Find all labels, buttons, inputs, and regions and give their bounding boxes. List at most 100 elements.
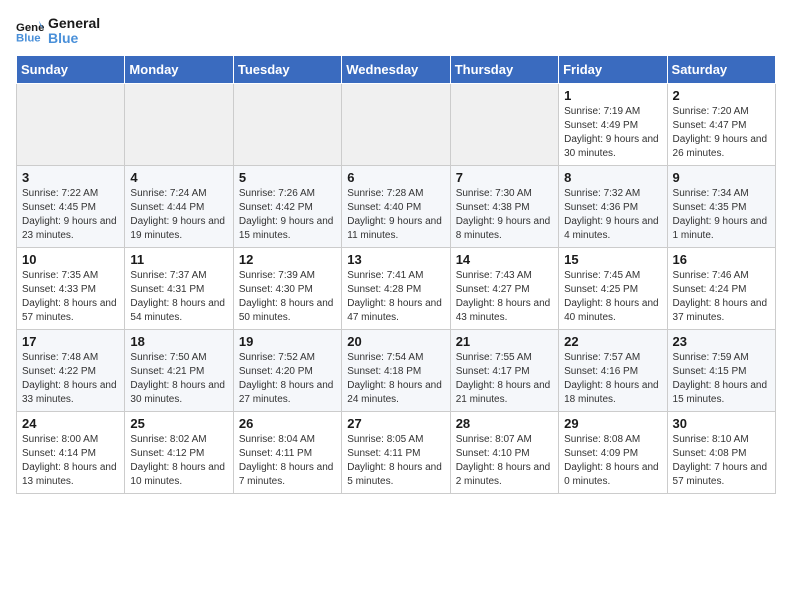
calendar-cell: 14 Sunrise: 7:43 AM Sunset: 4:27 PM Dayli… — [450, 247, 558, 329]
day-number: 3 — [22, 170, 119, 185]
day-info: Sunrise: 7:43 AM Sunset: 4:27 PM Dayligh… — [456, 269, 553, 325]
day-info: Sunrise: 7:57 AM Sunset: 4:16 PM Dayligh… — [564, 351, 661, 407]
day-info: Sunrise: 7:46 AM Sunset: 4:24 PM Dayligh… — [673, 269, 770, 325]
calendar-cell: 16 Sunrise: 7:46 AM Sunset: 4:24 PM Dayli… — [667, 247, 775, 329]
day-info: Sunrise: 7:59 AM Sunset: 4:15 PM Dayligh… — [673, 351, 770, 407]
day-number: 19 — [239, 334, 336, 349]
weekday-header: Tuesday — [233, 55, 341, 83]
day-number: 18 — [130, 334, 227, 349]
day-info: Sunrise: 8:02 AM Sunset: 4:12 PM Dayligh… — [130, 433, 227, 489]
day-info: Sunrise: 7:41 AM Sunset: 4:28 PM Dayligh… — [347, 269, 444, 325]
day-info: Sunrise: 7:35 AM Sunset: 4:33 PM Dayligh… — [22, 269, 119, 325]
day-number: 30 — [673, 416, 770, 431]
day-info: Sunrise: 7:20 AM Sunset: 4:47 PM Dayligh… — [673, 105, 770, 161]
calendar-cell: 7 Sunrise: 7:30 AM Sunset: 4:38 PM Daylig… — [450, 165, 558, 247]
day-info: Sunrise: 7:52 AM Sunset: 4:20 PM Dayligh… — [239, 351, 336, 407]
logo-icon: General Blue — [16, 17, 44, 45]
day-number: 28 — [456, 416, 553, 431]
calendar-cell: 23 Sunrise: 7:59 AM Sunset: 4:15 PM Dayli… — [667, 329, 775, 411]
calendar-cell: 19 Sunrise: 7:52 AM Sunset: 4:20 PM Dayli… — [233, 329, 341, 411]
logo: General Blue General Blue — [16, 16, 100, 47]
calendar-cell: 25Sunrise: 8:02 AM Sunset: 4:12 PM Dayli… — [125, 411, 233, 493]
calendar-cell: 4 Sunrise: 7:24 AM Sunset: 4:44 PM Daylig… — [125, 165, 233, 247]
calendar-cell — [233, 83, 341, 165]
day-number: 4 — [130, 170, 227, 185]
day-number: 17 — [22, 334, 119, 349]
day-info: Sunrise: 7:34 AM Sunset: 4:35 PM Dayligh… — [673, 187, 770, 243]
day-number: 14 — [456, 252, 553, 267]
day-number: 11 — [130, 252, 227, 267]
calendar-cell: 17 Sunrise: 7:48 AM Sunset: 4:22 PM Dayli… — [17, 329, 125, 411]
day-info: Sunrise: 8:05 AM Sunset: 4:11 PM Dayligh… — [347, 433, 444, 489]
day-number: 8 — [564, 170, 661, 185]
day-info: Sunrise: 7:39 AM Sunset: 4:30 PM Dayligh… — [239, 269, 336, 325]
day-number: 23 — [673, 334, 770, 349]
day-info: Sunrise: 7:37 AM Sunset: 4:31 PM Dayligh… — [130, 269, 227, 325]
weekday-header: Sunday — [17, 55, 125, 83]
calendar-cell: 5 Sunrise: 7:26 AM Sunset: 4:42 PM Daylig… — [233, 165, 341, 247]
calendar-cell: 8 Sunrise: 7:32 AM Sunset: 4:36 PM Daylig… — [559, 165, 667, 247]
day-info: Sunrise: 7:28 AM Sunset: 4:40 PM Dayligh… — [347, 187, 444, 243]
day-number: 16 — [673, 252, 770, 267]
day-number: 29 — [564, 416, 661, 431]
calendar-cell: 29Sunrise: 8:08 AM Sunset: 4:09 PM Dayli… — [559, 411, 667, 493]
day-info: Sunrise: 7:48 AM Sunset: 4:22 PM Dayligh… — [22, 351, 119, 407]
day-info: Sunrise: 7:55 AM Sunset: 4:17 PM Dayligh… — [456, 351, 553, 407]
day-info: Sunrise: 7:54 AM Sunset: 4:18 PM Dayligh… — [347, 351, 444, 407]
day-number: 20 — [347, 334, 444, 349]
calendar-cell — [342, 83, 450, 165]
page-header: General Blue General Blue — [16, 16, 776, 47]
day-number: 13 — [347, 252, 444, 267]
day-number: 5 — [239, 170, 336, 185]
calendar-cell: 20 Sunrise: 7:54 AM Sunset: 4:18 PM Dayli… — [342, 329, 450, 411]
day-info: Sunrise: 7:50 AM Sunset: 4:21 PM Dayligh… — [130, 351, 227, 407]
calendar-cell — [125, 83, 233, 165]
calendar-cell: 2 Sunrise: 7:20 AM Sunset: 4:47 PM Daylig… — [667, 83, 775, 165]
day-number: 21 — [456, 334, 553, 349]
calendar-cell: 26 Sunrise: 8:04 AM Sunset: 4:11 PM Dayli… — [233, 411, 341, 493]
weekday-header: Thursday — [450, 55, 558, 83]
day-number: 1 — [564, 88, 661, 103]
calendar-cell: 6 Sunrise: 7:28 AM Sunset: 4:40 PM Daylig… — [342, 165, 450, 247]
calendar-cell: 1 Sunrise: 7:19 AM Sunset: 4:49 PM Daylig… — [559, 83, 667, 165]
calendar-cell: 21 Sunrise: 7:55 AM Sunset: 4:17 PM Dayli… — [450, 329, 558, 411]
day-info: Sunrise: 7:19 AM Sunset: 4:49 PM Dayligh… — [564, 105, 661, 161]
day-number: 7 — [456, 170, 553, 185]
weekday-header: Friday — [559, 55, 667, 83]
day-info: Sunrise: 8:04 AM Sunset: 4:11 PM Dayligh… — [239, 433, 336, 489]
day-number: 15 — [564, 252, 661, 267]
day-info: Sunrise: 7:24 AM Sunset: 4:44 PM Dayligh… — [130, 187, 227, 243]
day-info: Sunrise: 8:07 AM Sunset: 4:10 PM Dayligh… — [456, 433, 553, 489]
day-number: 26 — [239, 416, 336, 431]
calendar-cell: 13 Sunrise: 7:41 AM Sunset: 4:28 PM Dayli… — [342, 247, 450, 329]
day-number: 27 — [347, 416, 444, 431]
calendar-cell: 10 Sunrise: 7:35 AM Sunset: 4:33 PM Dayli… — [17, 247, 125, 329]
day-number: 10 — [22, 252, 119, 267]
day-info: Sunrise: 7:30 AM Sunset: 4:38 PM Dayligh… — [456, 187, 553, 243]
weekday-header: Saturday — [667, 55, 775, 83]
calendar-cell: 11 Sunrise: 7:37 AM Sunset: 4:31 PM Dayli… — [125, 247, 233, 329]
calendar-cell — [450, 83, 558, 165]
calendar-cell: 22 Sunrise: 7:57 AM Sunset: 4:16 PM Dayli… — [559, 329, 667, 411]
day-number: 9 — [673, 170, 770, 185]
day-number: 6 — [347, 170, 444, 185]
calendar-cell: 18 Sunrise: 7:50 AM Sunset: 4:21 PM Dayli… — [125, 329, 233, 411]
day-info: Sunrise: 7:26 AM Sunset: 4:42 PM Dayligh… — [239, 187, 336, 243]
calendar-cell: 9 Sunrise: 7:34 AM Sunset: 4:35 PM Daylig… — [667, 165, 775, 247]
calendar-cell: 15Sunrise: 7:45 AM Sunset: 4:25 PM Dayli… — [559, 247, 667, 329]
weekday-header: Wednesday — [342, 55, 450, 83]
calendar-cell: 24 Sunrise: 8:00 AM Sunset: 4:14 PM Dayli… — [17, 411, 125, 493]
calendar-cell: 12 Sunrise: 7:39 AM Sunset: 4:30 PM Dayli… — [233, 247, 341, 329]
calendar-cell: 28 Sunrise: 8:07 AM Sunset: 4:10 PM Dayli… — [450, 411, 558, 493]
day-info: Sunrise: 8:00 AM Sunset: 4:14 PM Dayligh… — [22, 433, 119, 489]
calendar-cell: 27 Sunrise: 8:05 AM Sunset: 4:11 PM Dayli… — [342, 411, 450, 493]
day-info: Sunrise: 7:32 AM Sunset: 4:36 PM Dayligh… — [564, 187, 661, 243]
day-number: 24 — [22, 416, 119, 431]
day-number: 12 — [239, 252, 336, 267]
day-info: Sunrise: 8:10 AM Sunset: 4:08 PM Dayligh… — [673, 433, 770, 489]
calendar-cell: 3Sunrise: 7:22 AM Sunset: 4:45 PM Daylig… — [17, 165, 125, 247]
calendar-cell: 30 Sunrise: 8:10 AM Sunset: 4:08 PM Dayli… — [667, 411, 775, 493]
day-number: 2 — [673, 88, 770, 103]
day-number: 22 — [564, 334, 661, 349]
calendar-cell — [17, 83, 125, 165]
